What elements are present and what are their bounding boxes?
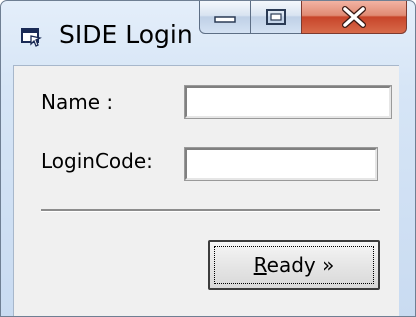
- name-field[interactable]: [184, 85, 392, 119]
- ready-button[interactable]: Ready »: [208, 240, 380, 290]
- close-button[interactable]: [301, 1, 407, 34]
- caption-buttons: [199, 1, 407, 37]
- minimize-icon: [214, 16, 236, 23]
- maximize-icon: [266, 9, 286, 25]
- window-app-icon: [21, 28, 42, 47]
- maximize-button[interactable]: [250, 1, 302, 34]
- close-icon: [342, 6, 366, 28]
- name-label: Name :: [41, 90, 114, 114]
- focus-rectangle: [214, 246, 374, 284]
- login-form: Name : LoginCode: Ready »: [13, 65, 399, 316]
- window-title: SIDE Login: [59, 20, 193, 49]
- title-bar[interactable]: SIDE Login: [1, 1, 415, 59]
- logincode-label: LoginCode:: [41, 149, 153, 173]
- separator: [41, 209, 380, 212]
- minimize-button[interactable]: [199, 1, 251, 34]
- login-window: SIDE Login Name : LoginCode: Ready »: [0, 0, 416, 317]
- logincode-field[interactable]: [184, 147, 378, 181]
